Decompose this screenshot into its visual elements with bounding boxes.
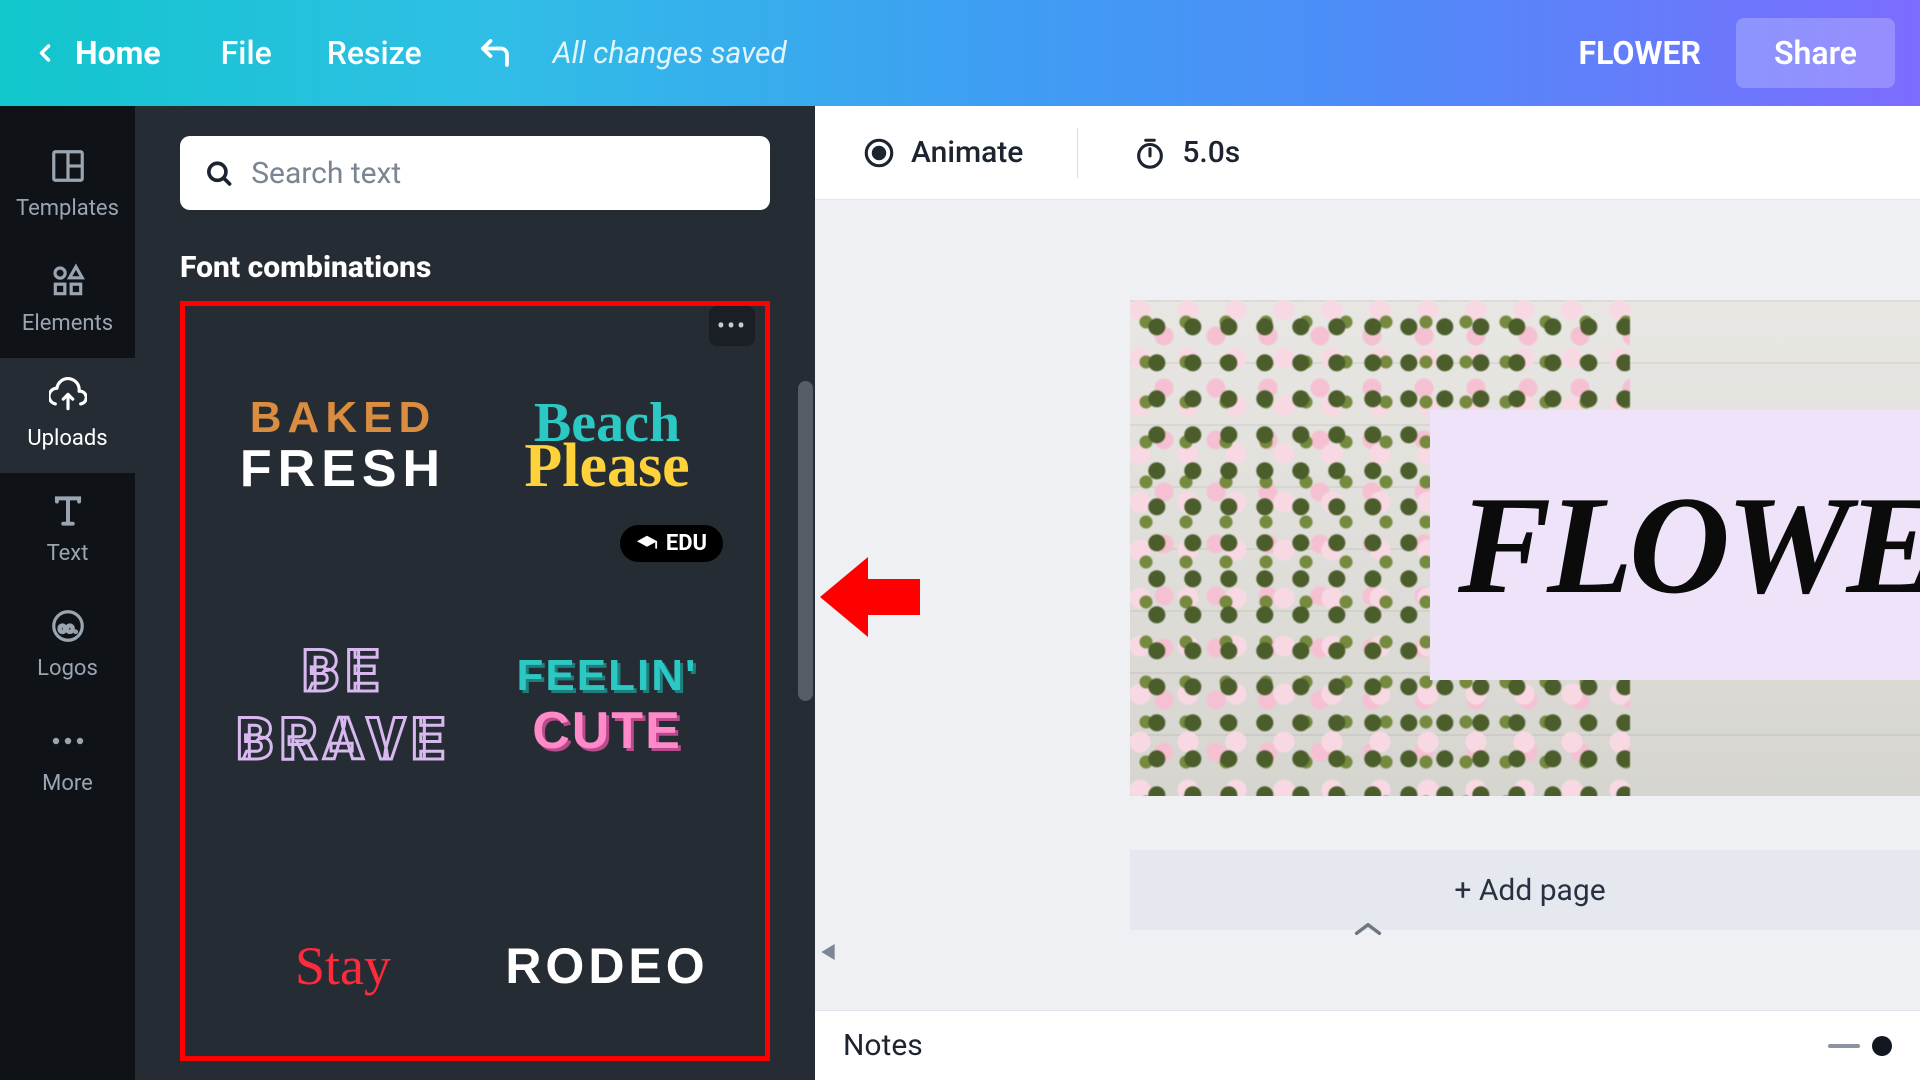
svg-text:co.: co.	[58, 620, 77, 636]
rail-item-logos[interactable]: co. Logos	[0, 588, 135, 703]
zoom-knob[interactable]	[1872, 1036, 1892, 1056]
templates-icon	[49, 147, 87, 185]
font-combo-text: BE	[236, 638, 449, 706]
font-combo-text: Stay	[295, 935, 391, 997]
triangle-left-icon	[821, 944, 835, 960]
bottom-bar: Notes	[815, 1010, 1920, 1080]
rail-label: Text	[47, 541, 89, 566]
rail-label: Uploads	[27, 426, 107, 451]
save-status: All changes saved	[553, 36, 787, 71]
text-content: FLOWER	[1458, 465, 1920, 626]
text-element[interactable]: FLOWER	[1430, 410, 1920, 680]
zoom-slider[interactable]	[1828, 1036, 1892, 1056]
section-title: Font combinations	[180, 250, 770, 285]
duration-label: 5.0s	[1182, 135, 1240, 170]
back-button[interactable]	[25, 39, 65, 67]
search-box[interactable]	[180, 136, 770, 210]
side-rail: Templates Elements Uploads Text co. Logo…	[0, 106, 135, 1080]
uploads-icon	[49, 377, 87, 415]
rail-label: More	[42, 771, 93, 796]
editor-toolbar: Animate 5.0s	[815, 106, 1920, 200]
annotation-arrow	[820, 557, 920, 637]
rail-label: Templates	[16, 196, 119, 221]
document-title[interactable]: FLOWER	[1579, 34, 1701, 72]
elements-icon	[49, 262, 87, 300]
canvas-stage[interactable]: FLOWER + Add page	[815, 200, 1920, 1010]
edu-badge: EDU	[620, 525, 723, 562]
font-combo-text: BAKED	[240, 393, 446, 443]
font-combo-card[interactable]: RODEO	[485, 856, 729, 1061]
rail-item-more[interactable]: More	[0, 703, 135, 818]
notes-button[interactable]: Notes	[843, 1028, 923, 1063]
rail-label: Logos	[37, 656, 98, 681]
undo-icon	[477, 35, 513, 71]
add-page-button[interactable]: + Add page	[1130, 850, 1920, 930]
share-button[interactable]: Share	[1736, 18, 1895, 88]
font-combo-text: CUTE	[517, 701, 698, 761]
expand-pages-handle[interactable]	[1351, 920, 1385, 938]
undo-button[interactable]	[477, 35, 513, 71]
font-combo-card[interactable]: Stay	[221, 856, 465, 1061]
home-link[interactable]: Home	[75, 34, 161, 72]
canvas-page[interactable]: FLOWER	[1130, 300, 1920, 796]
toolbar-divider	[1077, 128, 1078, 178]
rail-label: Elements	[22, 311, 113, 336]
chevron-up-icon	[1351, 920, 1385, 938]
animate-label: Animate	[911, 135, 1023, 170]
resize-menu[interactable]: Resize	[327, 34, 422, 72]
duration-button[interactable]: 5.0s	[1114, 127, 1258, 179]
animate-icon	[862, 136, 896, 170]
chevron-left-icon	[31, 39, 59, 67]
file-menu[interactable]: File	[221, 34, 272, 72]
rail-item-elements[interactable]: Elements	[0, 243, 135, 358]
more-icon	[49, 735, 87, 747]
animate-button[interactable]: Animate	[843, 127, 1041, 179]
panel-scrollbar[interactable]	[798, 381, 813, 701]
font-combo-card[interactable]: FEELIN' CUTE	[485, 596, 729, 816]
font-combo-text: BRAVE	[236, 706, 449, 774]
rail-item-uploads[interactable]: Uploads	[0, 358, 135, 473]
topbar: Home File Resize All changes saved FLOWE…	[0, 0, 1920, 106]
search-icon	[204, 157, 233, 189]
search-input[interactable]	[251, 156, 746, 191]
rail-item-text[interactable]: Text	[0, 473, 135, 588]
editor-area: Animate 5.0s FLOWER + Add page	[815, 106, 1920, 1080]
timer-icon	[1133, 136, 1167, 170]
font-combinations-grid: ••• BAKED FRESH Beach Please EDU	[180, 301, 770, 1061]
font-combo-text: FRESH	[240, 439, 446, 499]
logos-icon: co.	[49, 607, 87, 645]
text-panel: Font combinations ••• BAKED FRESH Beach …	[135, 106, 815, 1080]
font-combo-text: FEELIN'	[517, 651, 698, 701]
font-combo-card[interactable]: Beach Please EDU	[485, 336, 729, 556]
font-combo-text: Please	[524, 431, 689, 502]
font-combo-card[interactable]: BE BRAVE	[221, 596, 465, 816]
font-combo-text: RODEO	[505, 937, 708, 995]
text-icon	[49, 492, 87, 530]
zoom-track	[1828, 1044, 1860, 1048]
rail-item-templates[interactable]: Templates	[0, 128, 135, 243]
font-combo-card[interactable]: BAKED FRESH	[221, 336, 465, 556]
hscroll-left[interactable]	[821, 944, 835, 960]
graduation-cap-icon	[636, 533, 658, 555]
